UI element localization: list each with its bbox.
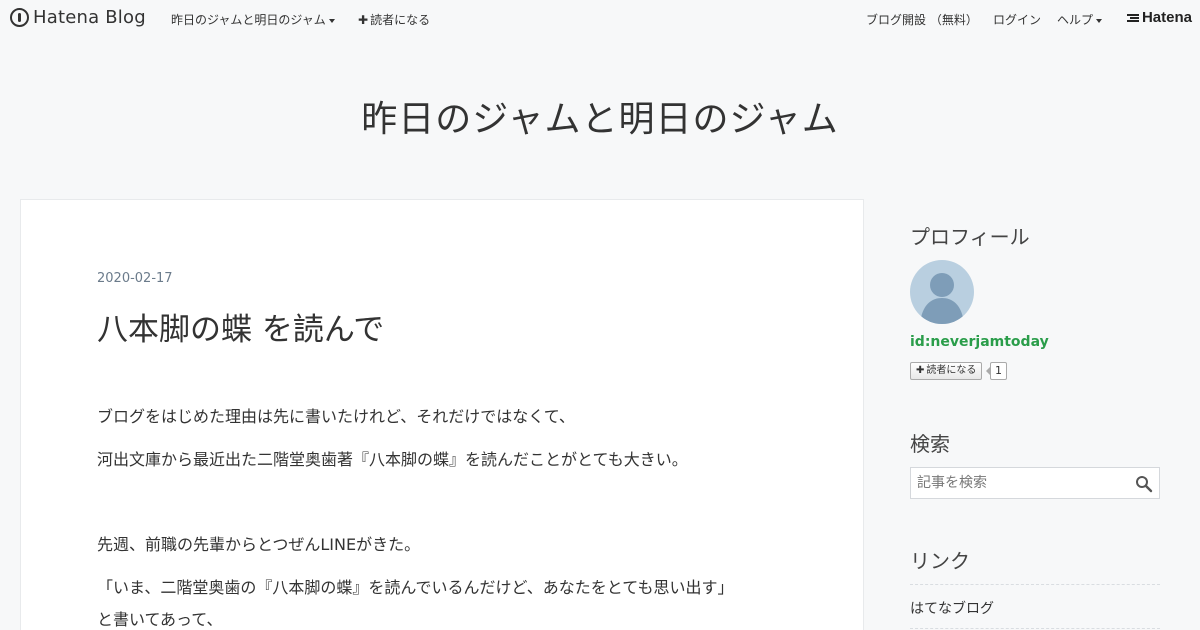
search-form bbox=[910, 467, 1160, 499]
open-blog-link[interactable]: ブログ開設 （無料） bbox=[866, 11, 978, 28]
avatar[interactable] bbox=[910, 260, 974, 324]
help-label: ヘルプ bbox=[1057, 13, 1094, 27]
subscriber-count: 1 bbox=[986, 362, 1007, 380]
login-link[interactable]: ログイン bbox=[993, 11, 1041, 28]
logo-text: Hatena Blog bbox=[33, 7, 146, 28]
hatena-link[interactable]: Hatena bbox=[1126, 9, 1192, 26]
profile-id[interactable]: id:neverjamtoday bbox=[910, 334, 1049, 350]
subscribe-button[interactable]: ✚ 読者になる bbox=[910, 362, 983, 380]
entry-paragraph: ブログをはじめた理由は先に書いたけれど、それだけではなくて、 bbox=[97, 407, 575, 426]
avatar-placeholder-icon bbox=[920, 273, 964, 324]
search-icon[interactable] bbox=[1135, 475, 1153, 493]
entry-paragraph: 河出文庫から最近出た二階堂奥歯著『八本脚の蝶』を読んだことがとても大きい。 bbox=[97, 450, 688, 469]
subscribe-label: 読者になる bbox=[370, 13, 431, 27]
link-hatena-blog[interactable]: はてなブログ bbox=[910, 598, 994, 618]
hatena-blog-logo[interactable]: Hatena Blog bbox=[10, 7, 146, 28]
blog-title[interactable]: 昨日のジャムと明日のジャム bbox=[0, 90, 1200, 142]
plus-icon: ✚ bbox=[916, 365, 925, 376]
links-heading: リンク bbox=[910, 549, 970, 573]
hatena-label: Hatena bbox=[1141, 9, 1192, 26]
search-heading: 検索 bbox=[910, 432, 950, 456]
entry-paragraph: 先週、前職の先輩からとつぜんLINEがきた。 bbox=[97, 535, 421, 554]
hatena-blog-logo-icon bbox=[10, 8, 29, 27]
divider bbox=[910, 628, 1160, 629]
profile-heading: プロフィール bbox=[910, 225, 1030, 249]
help-menu[interactable]: ヘルプ bbox=[1057, 11, 1103, 28]
caret-down-icon bbox=[328, 18, 335, 23]
subscribe-button-label: 読者になる bbox=[926, 365, 977, 376]
entry-title[interactable]: 八本脚の蝶 を読んで bbox=[97, 304, 384, 349]
divider bbox=[910, 584, 1160, 585]
blog-menu-label: 昨日のジャムと明日のジャム bbox=[171, 13, 326, 27]
search-input[interactable] bbox=[911, 468, 1131, 498]
blog-menu[interactable]: 昨日のジャムと明日のジャム bbox=[171, 11, 335, 28]
entry-paragraph: と書いてあって、 bbox=[97, 610, 223, 629]
plus-icon: ✚ bbox=[358, 13, 369, 27]
subscribe-link[interactable]: ✚ 読者になる bbox=[358, 11, 430, 28]
hatena-logo-icon bbox=[1126, 13, 1139, 22]
caret-down-icon bbox=[1096, 18, 1103, 23]
entry: 2020-02-17 八本脚の蝶 を読んで ブログをはじめた理由は先に書いたけれ… bbox=[20, 199, 864, 630]
entry-paragraph: 「いま、二階堂奥歯の『八本脚の蝶』を読んでいるんだけど、あなたをとても思い出す」 bbox=[97, 578, 734, 597]
global-header: Hatena Blog 昨日のジャムと明日のジャム ✚ 読者になる ブログ開設 （… bbox=[0, 0, 1200, 36]
entry-date[interactable]: 2020-02-17 bbox=[97, 271, 173, 286]
